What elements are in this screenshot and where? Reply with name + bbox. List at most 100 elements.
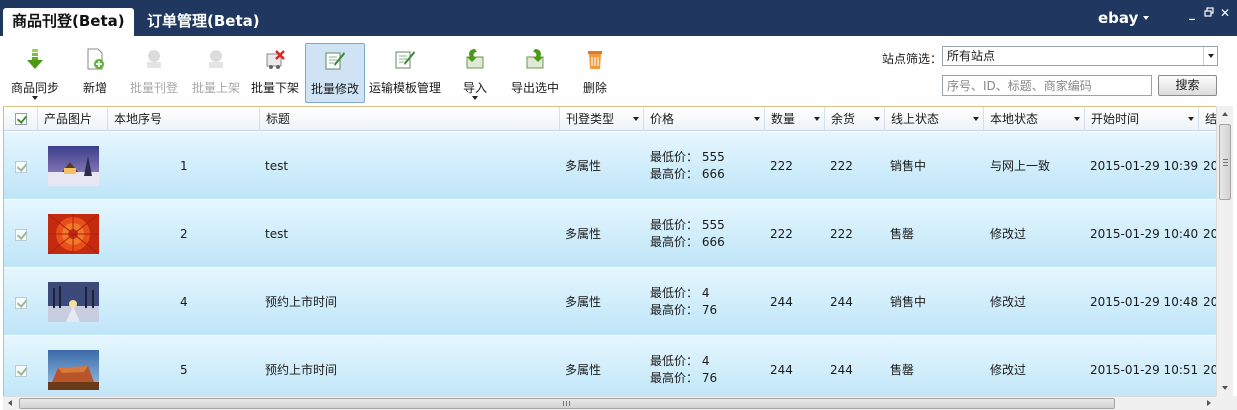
column-header-stock[interactable]: 余货 <box>825 107 885 131</box>
row-checkbox[interactable] <box>15 297 27 309</box>
cell-title: 预约上市时间 <box>265 363 338 377</box>
close-icon[interactable]: ✕ <box>1218 7 1232 19</box>
max-price-value: 666 <box>701 235 725 249</box>
column-header-local-status[interactable]: 本地状态 <box>984 107 1085 131</box>
filter-dropdown-icon[interactable] <box>1074 117 1080 121</box>
filter-dropdown-icon[interactable] <box>814 117 820 121</box>
account-menu[interactable]: ebay <box>1098 9 1138 27</box>
local-status-header-label: 本地状态 <box>990 112 1039 126</box>
shipping-template-button[interactable]: 运输模板管理 <box>367 43 443 103</box>
table-row[interactable]: 1 test 多属性 最低价： 555 最高价： 666 222 222 销售中 与网上一致 20… <box>4 132 1216 200</box>
column-header-price[interactable]: 价格 <box>644 107 765 131</box>
filter-dropdown-icon[interactable] <box>1188 117 1194 121</box>
cell-local-status: 修改过 <box>990 363 1027 377</box>
restore-icon[interactable] <box>1202 7 1216 19</box>
export-icon <box>526 49 544 69</box>
cell-end-time: 20 <box>1203 363 1216 377</box>
cell-stock: 222 <box>830 227 853 241</box>
search-button[interactable]: 搜索 <box>1158 75 1217 96</box>
table-row[interactable]: 2 test 多属性 最低价： 555 最高价： 666 222 222 售罄 修改过 2015-… <box>4 200 1216 268</box>
export-selected-button[interactable]: 导出选中 <box>507 43 563 103</box>
min-price-value: 4 <box>701 286 710 300</box>
minimize-icon[interactable]: _ <box>1185 7 1199 19</box>
cell-title: test <box>265 159 289 173</box>
cell-local-status: 与网上一致 <box>990 159 1051 173</box>
import-button[interactable]: 导入 <box>452 43 498 103</box>
table-row[interactable]: 4 预约上市时间 多属性 最低价： 4 最高价： 76 244 244 销售中 修改过 2015-… <box>4 268 1216 336</box>
max-price-value: 666 <box>701 167 725 181</box>
column-header-start-time[interactable]: 开始时间 <box>1085 107 1199 131</box>
cell-price: 最低价： 4 最高价： 76 <box>650 353 717 387</box>
import-label: 导入 <box>462 81 487 95</box>
tab-product-listing[interactable]: 商品刊登(Beta) <box>3 8 134 36</box>
product-thumbnail <box>48 282 99 322</box>
select-all-cell <box>4 107 38 131</box>
cell-listing-type: 多属性 <box>565 363 602 377</box>
chevron-down-icon[interactable] <box>1143 16 1149 20</box>
horizontal-scrollbar[interactable] <box>3 396 1216 410</box>
min-price-label: 最低价： <box>650 354 699 368</box>
site-filter-value: 所有站点 <box>947 49 996 63</box>
filter-dropdown-icon[interactable] <box>633 117 639 121</box>
min-price-label: 最低价： <box>650 150 699 164</box>
title-bar: 商品刊登(Beta) 订单管理(Beta) ebay _ ✕ <box>0 0 1237 36</box>
min-price-label: 最低价： <box>650 286 699 300</box>
column-header-seq[interactable]: 本地序号 <box>108 107 260 131</box>
select-all-checkbox[interactable] <box>15 113 27 125</box>
scroll-right-icon[interactable] <box>1207 400 1211 406</box>
batch-edit-button[interactable]: 批量修改 <box>305 43 365 103</box>
search-input[interactable] <box>942 75 1152 96</box>
column-header-end-time[interactable]: 结 <box>1199 107 1216 131</box>
listing-type-header-label: 刊登类型 <box>566 112 615 126</box>
column-header-listing-type[interactable]: 刊登类型 <box>560 107 644 131</box>
column-header-image[interactable]: 产品图片 <box>38 107 108 131</box>
cell-seq: 2 <box>180 227 188 241</box>
row-checkbox[interactable] <box>15 365 27 377</box>
scroll-left-icon[interactable] <box>8 400 12 406</box>
cell-listing-type: 多属性 <box>565 159 602 173</box>
add-button[interactable]: 新增 <box>70 43 120 103</box>
column-header-quantity[interactable]: 数量 <box>765 107 825 131</box>
site-filter-label: 站点筛选： <box>882 52 943 66</box>
row-checkbox[interactable] <box>15 161 27 173</box>
cell-price: 最低价： 555 最高价： 666 <box>650 217 725 251</box>
table-row[interactable]: 5 预约上市时间 多属性 最低价： 4 最高价： 76 244 244 售罄 修改过 2015-0… <box>4 336 1216 396</box>
chevron-down-icon[interactable] <box>1203 47 1217 65</box>
column-header-online-status[interactable]: 线上状态 <box>885 107 984 131</box>
batch-delist-icon <box>266 50 285 69</box>
column-header-title[interactable]: 标题 <box>260 107 560 131</box>
batch-list-button[interactable]: 批量上架 <box>187 43 245 103</box>
cell-listing-type: 多属性 <box>565 295 602 309</box>
filter-dropdown-icon[interactable] <box>973 117 979 121</box>
vertical-scroll-thumb[interactable] <box>1219 124 1231 200</box>
sync-products-button[interactable]: 商品同步 <box>5 43 65 103</box>
tab-order-management[interactable]: 订单管理(Beta) <box>138 8 269 36</box>
horizontal-scroll-thumb[interactable] <box>19 398 1115 409</box>
filter-dropdown-icon[interactable] <box>874 117 880 121</box>
cell-end-time: 20 <box>1203 295 1216 309</box>
cell-start-time: 2015-01-29 10:51 <box>1090 363 1199 377</box>
delete-button[interactable]: 删除 <box>572 43 618 103</box>
cell-quantity: 244 <box>770 295 793 309</box>
scroll-up-icon[interactable] <box>1222 112 1228 116</box>
batch-list-icon <box>209 50 223 68</box>
sync-products-label: 商品同步 <box>10 81 59 95</box>
batch-publish-button[interactable]: 批量刊登 <box>125 43 183 103</box>
cell-stock: 244 <box>830 363 853 377</box>
online-status-header-label: 线上状态 <box>891 112 940 126</box>
cell-quantity: 244 <box>770 363 793 377</box>
scroll-down-icon[interactable] <box>1222 386 1228 390</box>
batch-publish-label: 批量刊登 <box>129 81 178 95</box>
min-price-value: 555 <box>701 218 725 232</box>
quantity-header-label: 数量 <box>771 112 796 126</box>
batch-delist-button[interactable]: 批量下架 <box>247 43 303 103</box>
row-checkbox[interactable] <box>15 229 27 241</box>
batch-edit-icon <box>325 52 345 70</box>
vertical-scrollbar[interactable] <box>1216 106 1233 396</box>
cell-seq: 4 <box>180 295 188 309</box>
filter-dropdown-icon[interactable] <box>754 117 760 121</box>
cell-listing-type: 多属性 <box>565 227 602 241</box>
shipping-template-icon <box>395 51 415 69</box>
cell-seq: 5 <box>180 363 188 377</box>
site-filter-select[interactable]: 所有站点 <box>942 46 1218 66</box>
